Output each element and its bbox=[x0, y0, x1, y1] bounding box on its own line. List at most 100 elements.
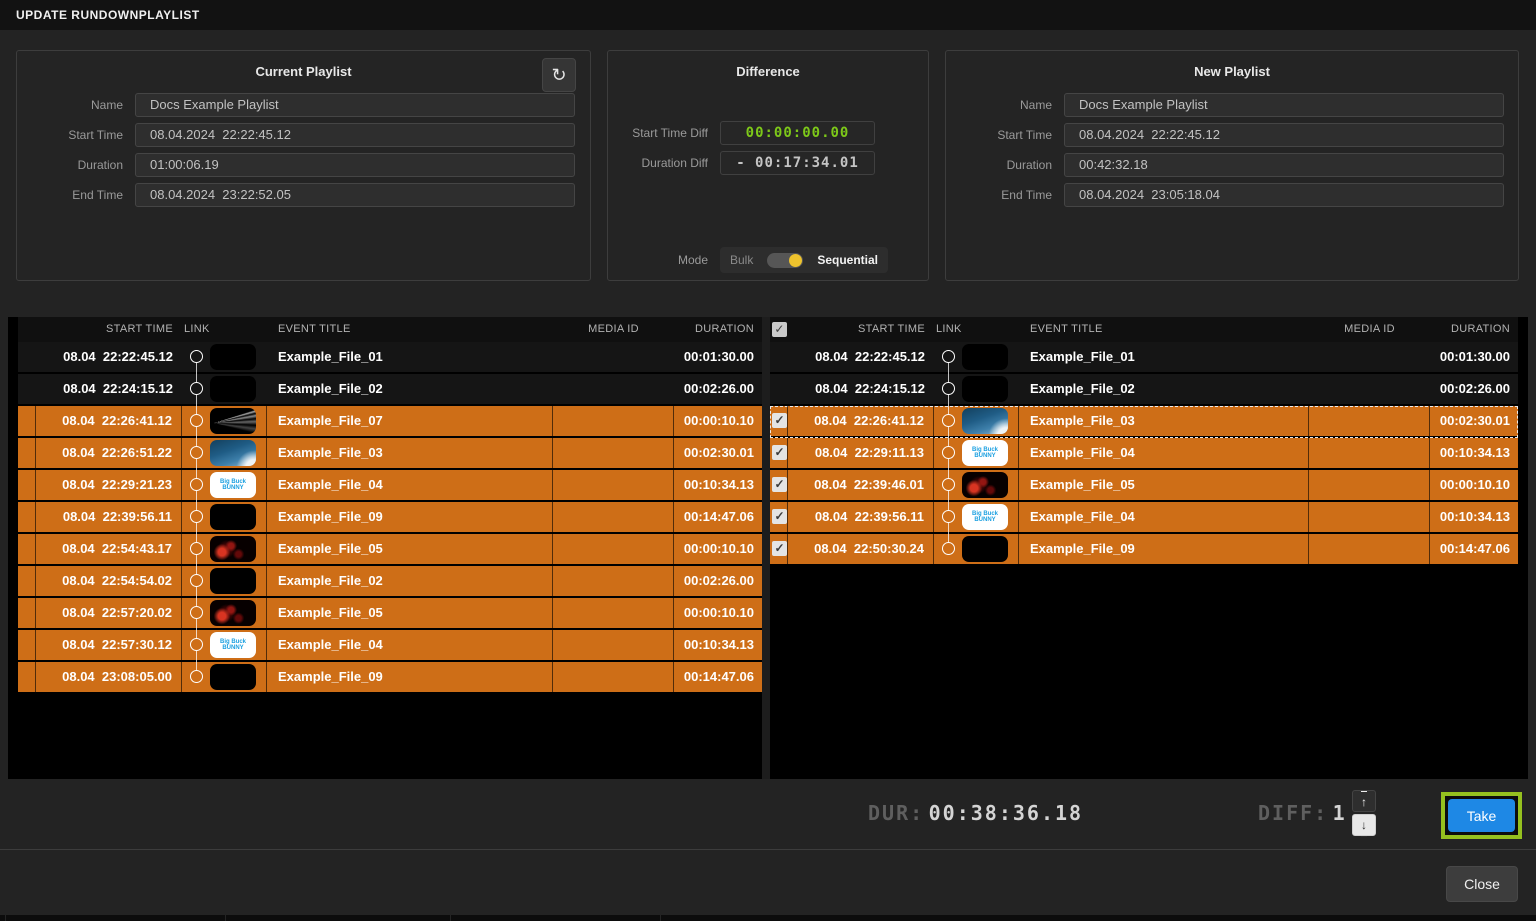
refresh-button[interactable]: ↻ bbox=[542, 58, 576, 92]
link-ring-icon[interactable] bbox=[190, 606, 203, 619]
row-checkbox-cell: ✓ bbox=[770, 438, 788, 468]
playlist-row[interactable]: ✓08.04 22:39:46.01Example_File_0500:00:1… bbox=[770, 470, 1518, 502]
link-ring-icon[interactable] bbox=[190, 382, 203, 395]
row-checkbox[interactable]: ✓ bbox=[772, 509, 787, 524]
duration-cell: 00:00:10.10 bbox=[674, 598, 762, 628]
new-name-field[interactable]: Docs Example Playlist bbox=[1064, 93, 1504, 117]
media-id-cell bbox=[553, 598, 674, 628]
playlist-row[interactable]: ✓08.04 22:39:56.11Big Buck BUNNYExample_… bbox=[770, 502, 1518, 534]
playlist-row[interactable]: 08.04 23:08:05.00Example_File_0900:14:47… bbox=[18, 662, 762, 694]
close-button[interactable]: Close bbox=[1446, 866, 1518, 902]
event-thumbnail bbox=[210, 600, 256, 626]
new-end-time-field[interactable]: 08.04.2024 23:05:18.04 bbox=[1064, 183, 1504, 207]
start-time-cell: 08.04 22:26:51.22 bbox=[36, 438, 182, 468]
diff-cluster: DIFF: 1 bbox=[1258, 801, 1347, 825]
new-playlist-panel: New Playlist Name Docs Example Playlist … bbox=[945, 50, 1519, 281]
link-ring-icon[interactable] bbox=[190, 638, 203, 651]
row-checkbox[interactable]: ✓ bbox=[772, 541, 787, 556]
event-thumbnail bbox=[210, 344, 256, 370]
mode-toggle[interactable] bbox=[767, 253, 803, 268]
current-start-time-field[interactable]: 08.04.2024 22:22:45.12 bbox=[135, 123, 575, 147]
link-ring-icon[interactable] bbox=[190, 478, 203, 491]
row-checkbox[interactable]: ✓ bbox=[772, 445, 787, 460]
start-time-cell: 08.04 22:26:41.12 bbox=[36, 406, 182, 436]
link-ring-icon[interactable] bbox=[942, 350, 955, 363]
link-ring-icon[interactable] bbox=[942, 382, 955, 395]
mode-option-bulk[interactable]: Bulk bbox=[730, 253, 753, 267]
link-ring-icon[interactable] bbox=[190, 350, 203, 363]
link-cell bbox=[934, 470, 1019, 500]
event-title-cell: Example_File_02 bbox=[1019, 374, 1309, 404]
link-ring-icon[interactable] bbox=[942, 446, 955, 459]
link-cell bbox=[182, 374, 267, 404]
playlist-row[interactable]: 08.04 22:22:45.12Example_File_0100:01:30… bbox=[770, 342, 1518, 374]
media-id-cell bbox=[1309, 502, 1430, 532]
playlist-row[interactable]: 08.04 22:57:30.12Big Buck BUNNYExample_F… bbox=[18, 630, 762, 662]
playlist-row[interactable]: ✓08.04 22:26:41.12Example_File_0300:02:3… bbox=[770, 406, 1518, 438]
duration-cell: 00:14:47.06 bbox=[1430, 534, 1518, 564]
event-thumbnail bbox=[962, 536, 1008, 562]
link-ring-icon[interactable] bbox=[942, 414, 955, 427]
new-start-time-field[interactable]: 08.04.2024 22:22:45.12 bbox=[1064, 123, 1504, 147]
link-ring-icon[interactable] bbox=[190, 446, 203, 459]
media-id-cell bbox=[553, 342, 674, 372]
current-duration-label: Duration bbox=[17, 158, 135, 172]
arrow-up-to-bar-icon: ↑ bbox=[1361, 791, 1367, 813]
current-playlist-title: Current Playlist bbox=[17, 64, 590, 79]
diff-label: DIFF: bbox=[1258, 801, 1328, 825]
playlist-row[interactable]: 08.04 22:39:56.11Example_File_0900:14:47… bbox=[18, 502, 762, 534]
link-ring-icon[interactable] bbox=[942, 542, 955, 555]
playlist-row[interactable]: ✓08.04 22:50:30.24Example_File_0900:14:4… bbox=[770, 534, 1518, 566]
start-time-column-header: START TIME bbox=[788, 317, 934, 342]
playlist-row[interactable]: 08.04 22:26:51.22Example_File_0300:02:30… bbox=[18, 438, 762, 470]
mode-option-sequential[interactable]: Sequential bbox=[817, 253, 878, 267]
link-ring-icon[interactable] bbox=[190, 670, 203, 683]
playlist-row[interactable]: 08.04 22:26:41.12Example_File_0700:00:10… bbox=[18, 406, 762, 438]
playlist-row[interactable]: 08.04 22:54:43.17Example_File_0500:00:10… bbox=[18, 534, 762, 566]
start-time-cell: 08.04 22:24:15.12 bbox=[36, 374, 182, 404]
new-duration-field[interactable]: 00:42:32.18 bbox=[1064, 153, 1504, 177]
row-checkbox[interactable]: ✓ bbox=[772, 477, 787, 492]
start-time-cell: 08.04 22:29:11.13 bbox=[788, 438, 934, 468]
playlist-row[interactable]: 08.04 22:54:54.02Example_File_0200:02:26… bbox=[18, 566, 762, 598]
select-all-checkbox[interactable]: ✓ bbox=[772, 322, 787, 337]
tables-splitter[interactable] bbox=[762, 317, 770, 779]
scroll-to-bottom-button[interactable]: ↓ bbox=[1352, 814, 1376, 836]
link-ring-icon[interactable] bbox=[942, 510, 955, 523]
current-name-field[interactable]: Docs Example Playlist bbox=[135, 93, 575, 117]
scroll-to-top-button[interactable]: ↑ bbox=[1352, 790, 1376, 812]
playlist-row[interactable]: 08.04 22:24:15.12Example_File_0200:02:26… bbox=[18, 374, 762, 406]
link-cell bbox=[182, 342, 267, 372]
link-ring-icon[interactable] bbox=[190, 510, 203, 523]
row-status-cell bbox=[18, 374, 36, 404]
event-title-cell: Example_File_01 bbox=[1019, 342, 1309, 372]
link-ring-icon[interactable] bbox=[942, 478, 955, 491]
link-cell bbox=[182, 662, 267, 692]
link-cell bbox=[934, 374, 1019, 404]
playlist-row[interactable]: 08.04 22:29:21.23Big Buck BUNNYExample_F… bbox=[18, 470, 762, 502]
link-cell: Big Buck BUNNY bbox=[934, 502, 1019, 532]
row-status-cell bbox=[18, 534, 36, 564]
mode-label: Mode bbox=[608, 253, 720, 267]
bottom-edge-strip bbox=[0, 915, 1536, 921]
event-title-cell: Example_File_07 bbox=[267, 406, 553, 436]
current-duration-field[interactable]: 01:00:06.19 bbox=[135, 153, 575, 177]
current-end-time-field[interactable]: 08.04.2024 23:22:52.05 bbox=[135, 183, 575, 207]
take-button[interactable]: Take bbox=[1448, 799, 1515, 832]
row-status-cell bbox=[18, 342, 36, 372]
playlist-row[interactable]: 08.04 22:24:15.12Example_File_0200:02:26… bbox=[770, 374, 1518, 406]
playlist-row[interactable]: 08.04 22:22:45.12Example_File_0100:01:30… bbox=[18, 342, 762, 374]
start-time-diff-label: Start Time Diff bbox=[608, 126, 720, 140]
link-ring-icon[interactable] bbox=[190, 542, 203, 555]
link-ring-icon[interactable] bbox=[190, 414, 203, 427]
row-checkbox[interactable]: ✓ bbox=[772, 413, 787, 428]
link-ring-icon[interactable] bbox=[190, 574, 203, 587]
dur-label: DUR: bbox=[868, 801, 924, 825]
current-end-time-label: End Time bbox=[17, 188, 135, 202]
start-time-cell: 08.04 22:57:20.02 bbox=[36, 598, 182, 628]
playlist-row[interactable]: ✓08.04 22:29:11.13Big Buck BUNNYExample_… bbox=[770, 438, 1518, 470]
difference-title: Difference bbox=[608, 64, 928, 79]
duration-cell: 00:02:26.00 bbox=[674, 566, 762, 596]
playlist-row[interactable]: 08.04 22:57:20.02Example_File_0500:00:10… bbox=[18, 598, 762, 630]
row-status-cell bbox=[18, 566, 36, 596]
